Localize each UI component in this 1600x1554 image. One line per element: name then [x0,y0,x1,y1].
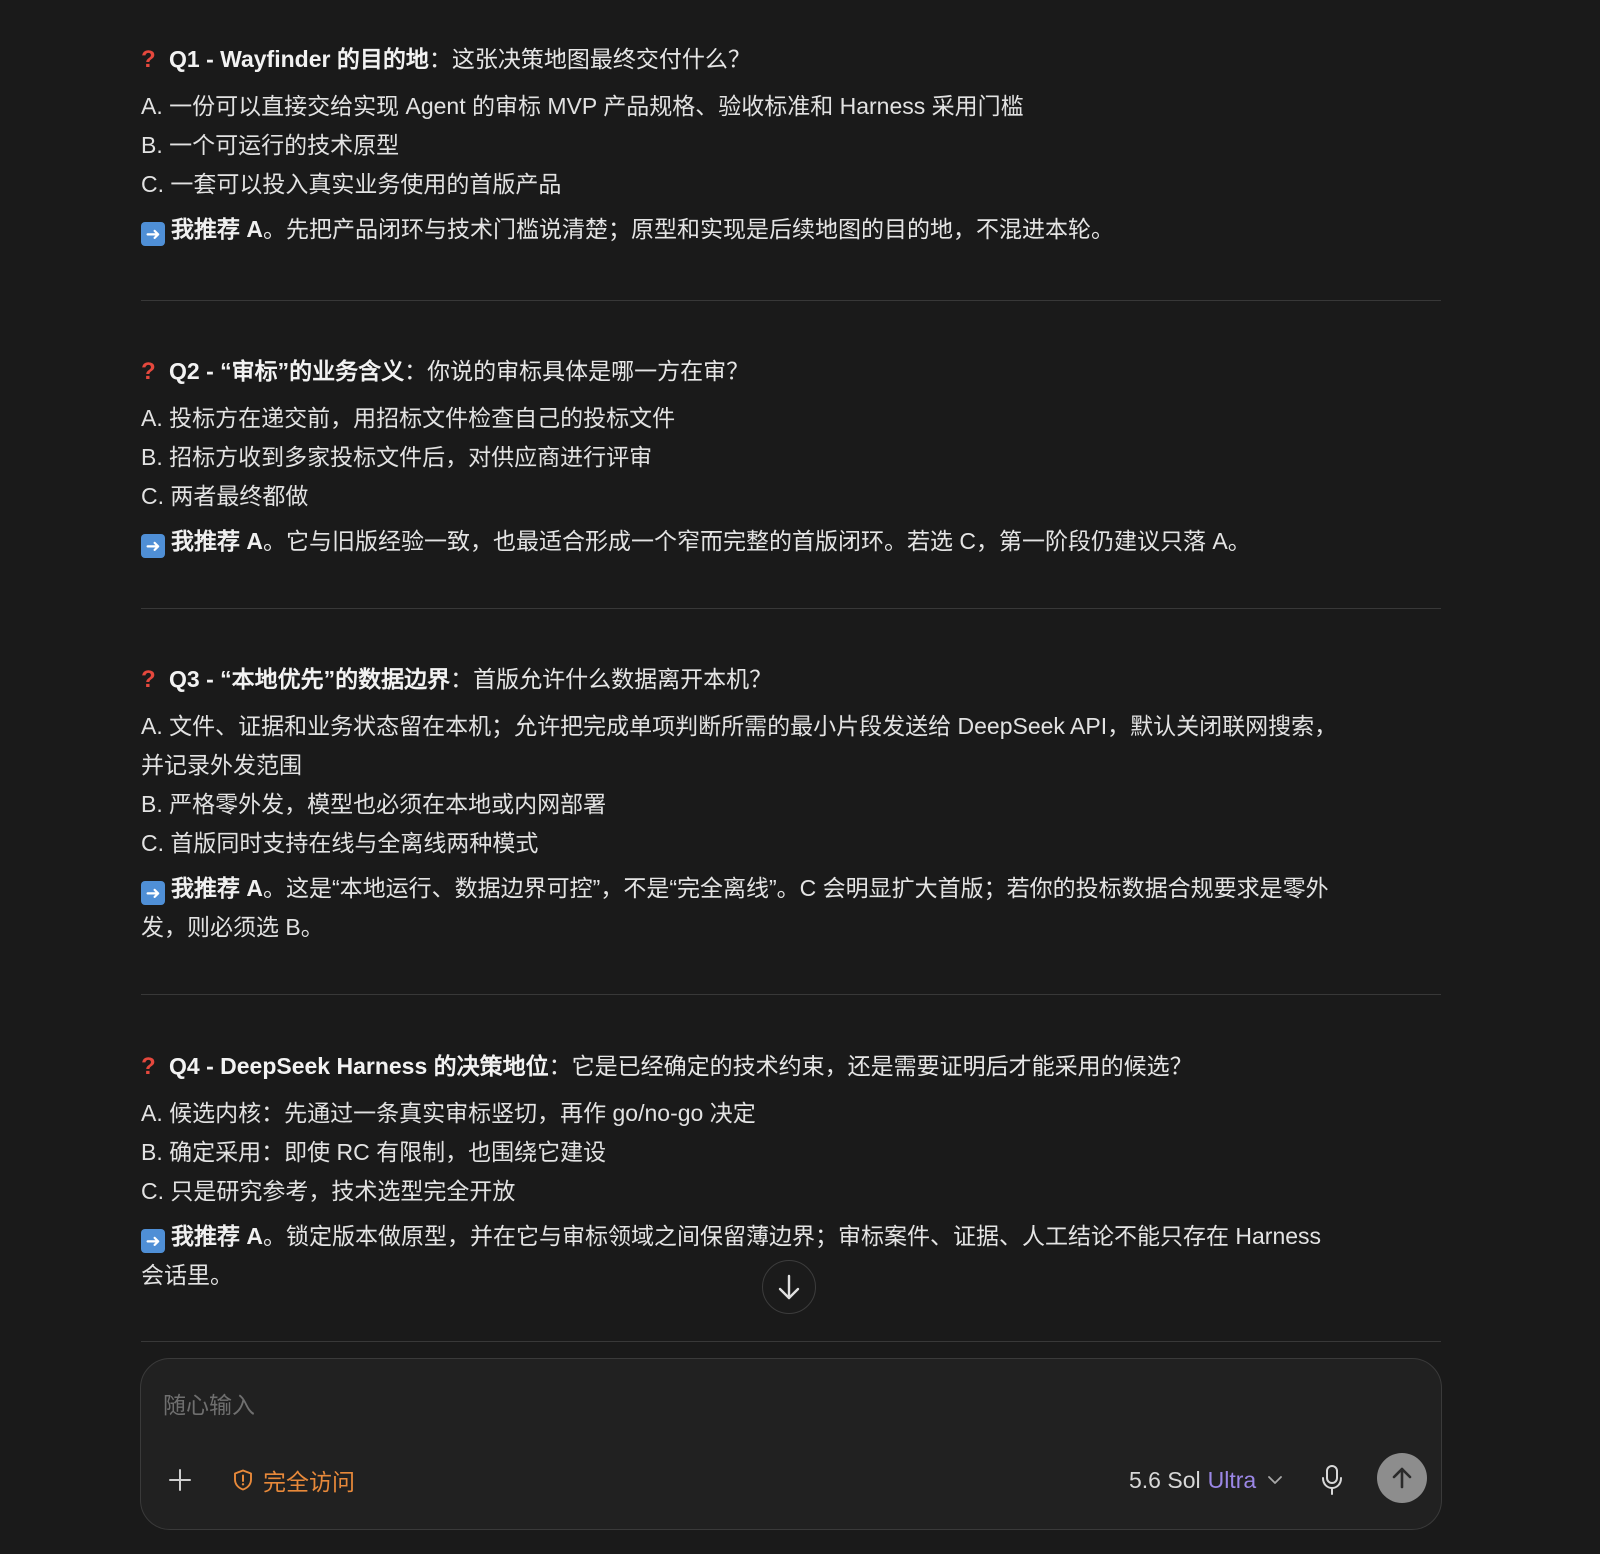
right-arrow-icon: ➜ [141,1229,165,1253]
question-mark-icon: ? [141,358,156,385]
question-mark-icon: ? [141,46,156,73]
full-access-label: 完全访问 [263,1469,355,1495]
question-prompt: ：它是已经确定的技术约束，还是需要证明后才能采用的候选？ [548,1053,1193,1079]
option-b: B. 确定采用：即使 RC 有限制，也围绕它建设 [141,1139,607,1165]
question-block-q2: ? Q2 - “审标”的业务含义：你说的审标具体是哪一方在审？ A. 投标方在递交… [141,352,1441,561]
recommendation-text-continued: 发，则必须选 B。 [141,914,324,940]
microphone-icon [1322,1465,1342,1495]
attach-button[interactable] [165,1465,195,1495]
recommendation-label: 我推荐 A [171,528,263,554]
right-arrow-icon: ➜ [141,222,165,246]
question-block-q4: ? Q4 - DeepSeek Harness 的决策地位：它是已经确定的技术约束… [141,1047,1441,1295]
question-heading: ? Q1 - Wayfinder 的目的地：这张决策地图最终交付什么？ [141,40,1441,79]
option-c: C. 两者最终都做 [141,483,309,509]
question-mark-icon: ? [141,666,156,693]
option-a: A. 文件、证据和业务状态留在本机；允许把完成单项判断所需的最小片段发送给 De… [141,713,1338,739]
message-composer: 完全访问 5.6 Sol Ultra [140,1358,1442,1530]
option-c: C. 只是研究参考，技术选型完全开放 [141,1178,516,1204]
question-prompt: ：这张决策地图最终交付什么？ [428,46,751,72]
full-access-button[interactable]: 完全访问 [231,1462,355,1498]
warning-shield-icon [234,1469,252,1491]
conversation-area: ? Q1 - Wayfinder 的目的地：这张决策地图最终交付什么？ A. 一份… [0,0,1600,1340]
model-name: 5.6 Sol [1129,1466,1201,1493]
right-arrow-icon: ➜ [141,534,165,558]
recommendation-text: 。先把产品闭环与技术门槛说清楚；原型和实现是后续地图的目的地，不混进本轮。 [263,216,1114,242]
option-a-continued: 并记录外发范围 [141,752,302,778]
recommendation: ➜ 我推荐 A。它与旧版经验一致，也最适合形成一个窄而完整的首版闭环。若选 C，第… [141,522,1441,561]
recommendation-text: 。它与旧版经验一致，也最适合形成一个窄而完整的首版闭环。若选 C，第一阶段仍建议… [263,528,1251,554]
option-a: A. 候选内核：先通过一条真实审标竖切，再作 go/no-go 决定 [141,1100,756,1126]
question-heading: ? Q3 - “本地优先”的数据边界：首版允许什么数据离开本机？ [141,660,1441,699]
chevron-down-icon [1268,1476,1283,1484]
divider [141,994,1441,995]
recommendation: ➜ 我推荐 A。先把产品闭环与技术门槛说清楚；原型和实现是后续地图的目的地，不混进… [141,210,1441,249]
divider [141,608,1441,609]
question-block-q3: ? Q3 - “本地优先”的数据边界：首版允许什么数据离开本机？ A. 文件、证据… [141,660,1441,947]
recommendation-text: 。锁定版本做原型，并在它与审标领域之间保留薄边界；审标案件、证据、人工结论不能只… [263,1223,1322,1249]
plus-icon [169,1469,191,1491]
question-title: Q2 - “审标”的业务含义 [169,358,405,384]
option-c: C. 一套可以投入真实业务使用的首版产品 [141,171,562,197]
arrow-down-icon [778,1274,800,1300]
question-title: Q3 - “本地优先”的数据边界 [169,666,451,692]
divider [141,300,1441,301]
arrow-up-icon [1392,1467,1412,1489]
composer-divider [141,1341,1441,1342]
option-b: B. 严格零外发，模型也必须在本地或内网部署 [141,791,607,817]
message-input[interactable] [163,1385,1363,1425]
model-selector[interactable]: 5.6 Sol Ultra [1129,1462,1284,1498]
option-a: A. 投标方在递交前，用招标文件检查自己的投标文件 [141,405,676,431]
option-c: C. 首版同时支持在线与全离线两种模式 [141,830,539,856]
recommendation-label: 我推荐 A [171,875,263,901]
recommendation: ➜ 我推荐 A。这是“本地运行、数据边界可控”，不是“完全离线”。C 会明显扩大首… [141,869,1441,908]
question-prompt: ：你说的审标具体是哪一方在审？ [404,358,750,384]
recommendation-text: 。这是“本地运行、数据边界可控”，不是“完全离线”。C 会明显扩大首版；若你的投… [263,875,1329,901]
question-block-q1: ? Q1 - Wayfinder 的目的地：这张决策地图最终交付什么？ A. 一份… [141,40,1441,249]
question-mark-icon: ? [141,1053,156,1080]
question-heading: ? Q2 - “审标”的业务含义：你说的审标具体是哪一方在审？ [141,352,1441,391]
option-a: A. 一份可以直接交给实现 Agent 的审标 MVP 产品规格、验收标准和 H… [141,93,1024,119]
question-prompt: ：首版允许什么数据离开本机？ [450,666,773,692]
option-b: B. 一个可运行的技术原型 [141,132,400,158]
recommendation-label: 我推荐 A [171,1223,263,1249]
recommendation: ➜ 我推荐 A。锁定版本做原型，并在它与审标领域之间保留薄边界；审标案件、证据、人… [141,1217,1441,1256]
question-heading: ? Q4 - DeepSeek Harness 的决策地位：它是已经确定的技术约束… [141,1047,1441,1086]
option-b: B. 招标方收到多家投标文件后，对供应商进行评审 [141,444,653,470]
voice-input-button[interactable] [1317,1463,1347,1497]
model-tier: Ultra [1207,1466,1257,1493]
recommendation-label: 我推荐 A [171,216,263,242]
scroll-to-bottom-button[interactable] [762,1260,816,1314]
question-title: Q1 - Wayfinder 的目的地 [169,46,429,72]
right-arrow-icon: ➜ [141,881,165,905]
question-title: Q4 - DeepSeek Harness 的决策地位 [169,1053,549,1079]
send-button[interactable] [1377,1453,1427,1503]
